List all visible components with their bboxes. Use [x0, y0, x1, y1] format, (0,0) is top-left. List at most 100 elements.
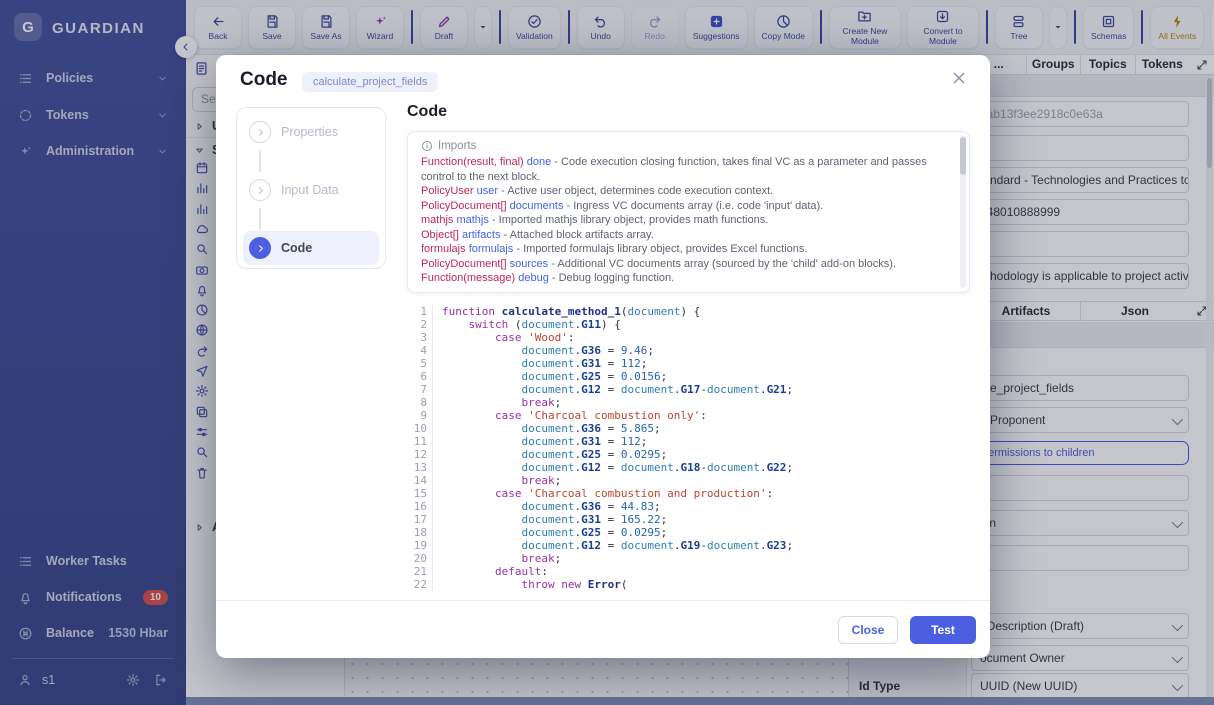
step-input-data[interactable]: Input Data: [243, 173, 379, 207]
import-name: done: [527, 156, 551, 168]
line-numbers: 12345678910111213141516171819202122: [407, 305, 433, 591]
import-desc: - Imported mathjs library object, provid…: [492, 214, 768, 226]
code-line: document.G12 = document.G19-document.G23…: [442, 539, 793, 552]
section-title: Code: [407, 103, 970, 121]
code-line: break;: [442, 552, 793, 565]
import-name: documents: [510, 200, 564, 212]
import-type: Function(message): [421, 272, 515, 284]
import-line: mathjs mathjs - Imported mathjs library …: [421, 213, 947, 228]
line-number: 19: [407, 539, 427, 552]
import-name: sources: [510, 258, 549, 270]
line-number: 17: [407, 513, 427, 526]
block-tag-badge: calculate_project_fields: [302, 72, 438, 92]
step-code[interactable]: Code: [243, 231, 379, 265]
import-type: Function(result, final): [421, 156, 524, 168]
code-line: case 'Charcoal combustion and production…: [442, 487, 793, 500]
code-line: document.G25 = 0.0156;: [442, 370, 793, 383]
code-editor[interactable]: 12345678910111213141516171819202122 func…: [407, 305, 970, 591]
imports-scrollbar[interactable]: [960, 136, 966, 288]
import-type: PolicyDocument[]: [421, 258, 507, 270]
import-desc: - Debug logging function.: [552, 272, 674, 284]
close-button[interactable]: Close: [838, 616, 898, 644]
import-name: debug: [518, 272, 549, 284]
import-type: formulajs: [421, 243, 466, 255]
code-line: document.G31 = 112;: [442, 357, 793, 370]
code-text[interactable]: function calculate_method_1(document) { …: [433, 305, 793, 591]
import-line: PolicyDocument[] sources - Additional VC…: [421, 257, 947, 272]
import-line: Function(message) debug - Debug logging …: [421, 271, 947, 286]
code-line: break;: [442, 396, 793, 409]
line-number: 14: [407, 474, 427, 487]
code-line: throw new Error(: [442, 578, 793, 591]
import-line: Function(result, final) done - Code exec…: [421, 155, 947, 184]
code-line: document.G25 = 0.0295;: [442, 526, 793, 539]
dialog-content: Code Imports Function(result, final) don…: [407, 95, 970, 591]
line-number: 18: [407, 526, 427, 539]
step-label: Input Data: [281, 183, 339, 197]
code-line: default:: [442, 565, 793, 578]
line-number: 3: [407, 331, 427, 344]
close-icon[interactable]: [950, 69, 968, 87]
step-properties[interactable]: Properties: [243, 115, 379, 149]
code-line: case 'Wood':: [442, 331, 793, 344]
step-circle: [249, 121, 271, 143]
import-type: Object[]: [421, 229, 459, 241]
import-line: Object[] artifacts - Attached block arti…: [421, 228, 947, 243]
code-line: document.G36 = 9.46;: [442, 344, 793, 357]
code-line: document.G31 = 165.22;: [442, 513, 793, 526]
test-button[interactable]: Test: [910, 616, 976, 644]
step-label: Code: [281, 241, 312, 255]
import-line: PolicyUser user - Active user object, de…: [421, 184, 947, 199]
line-number: 6: [407, 370, 427, 383]
line-number: 15: [407, 487, 427, 500]
step-connector: [259, 150, 261, 172]
line-number: 2: [407, 318, 427, 331]
code-line: document.G36 = 5.865;: [442, 422, 793, 435]
import-type: PolicyUser: [421, 185, 474, 197]
line-number: 9: [407, 409, 427, 422]
line-number: 12: [407, 448, 427, 461]
code-line: document.G12 = document.G18-document.G22…: [442, 461, 793, 474]
import-name: mathjs: [456, 214, 488, 226]
code-line: function calculate_method_1(document) {: [442, 305, 793, 318]
line-number: 10: [407, 422, 427, 435]
import-name: formulajs: [469, 243, 514, 255]
line-number: 11: [407, 435, 427, 448]
step-connector: [259, 208, 261, 230]
chevron-right-icon: [255, 185, 266, 196]
import-desc: - Additional VC documents array (sourced…: [551, 258, 896, 270]
code-line: break;: [442, 474, 793, 487]
line-number: 5: [407, 357, 427, 370]
import-name: artifacts: [462, 229, 501, 241]
line-number: 4: [407, 344, 427, 357]
line-number: 22: [407, 578, 427, 591]
step-circle: [249, 179, 271, 201]
dialog-footer: Close Test: [216, 600, 990, 658]
code-dialog: Code calculate_project_fields Properties…: [216, 55, 990, 658]
code-line: document.G25 = 0.0295;: [442, 448, 793, 461]
import-type: mathjs: [421, 214, 453, 226]
import-desc: - Attached block artifacts array.: [504, 229, 654, 241]
chevron-right-icon: [255, 127, 266, 138]
import-desc: - Ingress VC documents array (i.e. code …: [567, 200, 824, 212]
line-number: 8: [407, 396, 427, 409]
line-number: 16: [407, 500, 427, 513]
info-icon: [421, 140, 433, 152]
import-desc: - Imported formulajs library object, pro…: [516, 243, 807, 255]
dialog-title: Code: [240, 69, 288, 91]
line-number: 13: [407, 461, 427, 474]
code-line: document.G36 = 44.83;: [442, 500, 793, 513]
code-line: document.G12 = document.G17-document.G21…: [442, 383, 793, 396]
line-number: 21: [407, 565, 427, 578]
code-line: switch (document.G11) {: [442, 318, 793, 331]
step-circle: [249, 237, 271, 259]
import-line: formulajs formulajs - Imported formulajs…: [421, 242, 947, 257]
code-line: case 'Charcoal combustion only':: [442, 409, 793, 422]
line-number: 1: [407, 305, 427, 318]
line-number: 20: [407, 552, 427, 565]
imports-box: Imports Function(result, final) done - C…: [407, 131, 970, 293]
imports-header: Imports: [421, 140, 947, 152]
dialog-stepper: Properties Input Data Code: [236, 107, 386, 269]
import-line: PolicyDocument[] documents - Ingress VC …: [421, 199, 947, 214]
line-number: 7: [407, 383, 427, 396]
